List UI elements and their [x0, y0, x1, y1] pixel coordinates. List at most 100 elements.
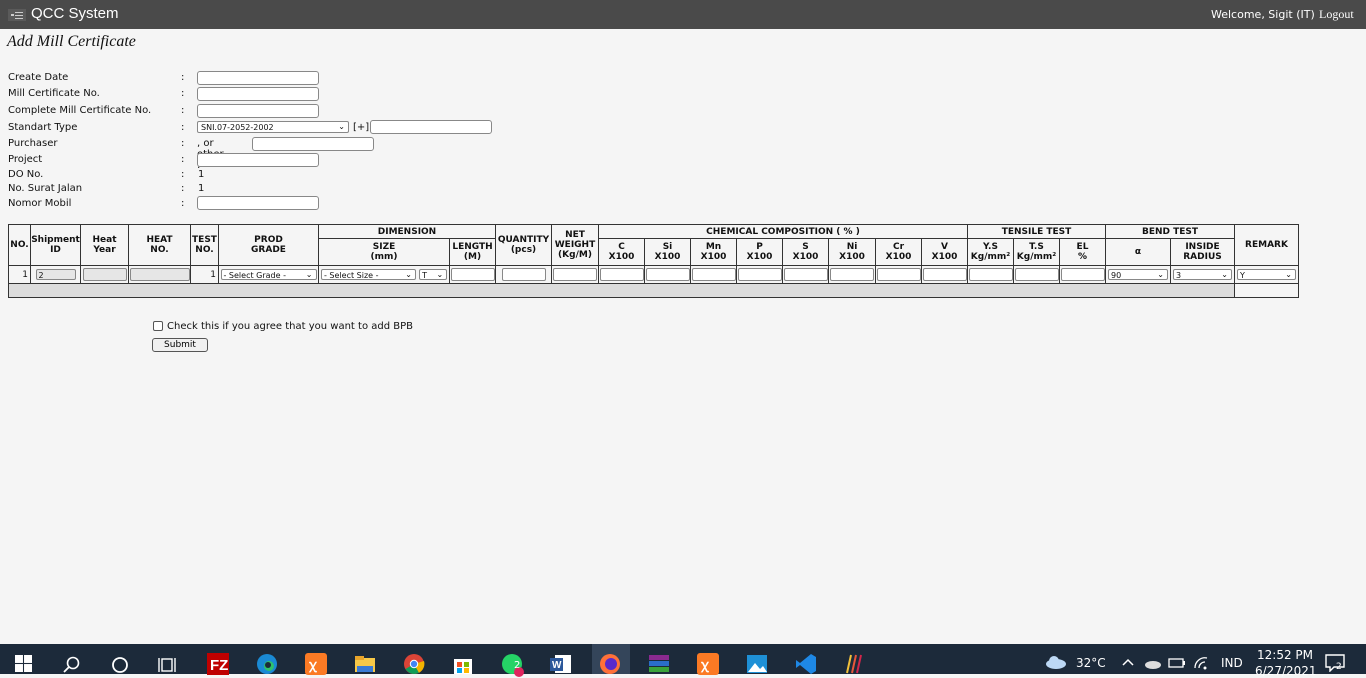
col-bend: BEND TEST [1105, 224, 1235, 239]
grade-select[interactable]: - Select Grade - ⌄ [220, 269, 317, 280]
complete-mill-cert-input[interactable] [197, 104, 319, 118]
quantity-input[interactable] [501, 268, 546, 281]
filezilla-icon[interactable]: FZ [207, 653, 229, 675]
col-chem-v: V X100 [921, 238, 968, 266]
onedrive-icon[interactable] [1144, 656, 1162, 670]
chevron-down-icon: ⌄ [305, 270, 313, 279]
agree-label: Check this if you agree that you want to… [167, 321, 414, 332]
col-el: EL% [1059, 238, 1106, 266]
radius-select[interactable]: 3 ⌄ [1173, 269, 1232, 280]
chrome-icon[interactable] [403, 653, 425, 675]
nomor-mobil-input[interactable] [197, 196, 319, 210]
wifi-icon[interactable] [1193, 656, 1209, 670]
size-select[interactable]: - Select Size - ⌄ [321, 268, 416, 280]
vscode-icon[interactable] [795, 653, 817, 675]
temperature[interactable]: 32°C [1076, 656, 1106, 670]
store-icon[interactable] [452, 653, 474, 675]
do-no-label: DO No. [8, 169, 44, 180]
col-heat-year: Heat Year [80, 224, 129, 266]
add-standart-link[interactable]: [+] [353, 122, 369, 133]
app-stripes-icon[interactable] [844, 653, 866, 675]
chem-mn-input[interactable] [691, 268, 736, 281]
search-icon[interactable] [62, 655, 82, 675]
chem-c-input[interactable] [599, 268, 644, 281]
xampp-control-icon[interactable]: ꭓ [697, 653, 719, 675]
purchaser-label: Purchaser [8, 138, 58, 149]
project-input[interactable] [197, 153, 319, 167]
welcome-text: Welcome, Sigit (IT) [1211, 8, 1315, 21]
col-size: SIZE (mm) [318, 238, 450, 266]
surat-jalan-label: No. Surat Jalan [8, 183, 83, 194]
chevron-down-icon: ⌄ [436, 269, 444, 279]
submit-button[interactable]: Submit [152, 338, 208, 352]
col-no: NO. [8, 224, 31, 266]
mill-cert-no-input[interactable] [197, 87, 319, 101]
ys-input[interactable] [968, 268, 1013, 281]
chevron-down-icon: ⌄ [405, 269, 412, 279]
heat-year-input[interactable] [82, 268, 127, 281]
windows-start-icon[interactable] [15, 655, 32, 672]
standart-type-select[interactable]: SNI.07-2052-2002 ⌄ [197, 121, 349, 133]
chem-si-input[interactable] [645, 268, 690, 281]
chem-v-input[interactable] [922, 268, 967, 281]
length-input[interactable] [450, 268, 495, 281]
do-no-value: 1 [198, 169, 205, 180]
col-net-weight: NET WEIGHT (Kg/M) [551, 224, 599, 266]
surat-jalan-value: 1 [198, 183, 205, 194]
create-date-input[interactable] [197, 71, 319, 85]
net-weight-input[interactable] [553, 268, 597, 281]
remark-select[interactable]: Y ⌄ [1237, 269, 1296, 280]
svg-text:W: W [552, 660, 562, 671]
chem-s-input[interactable] [783, 268, 828, 281]
notification-icon[interactable] [1325, 654, 1345, 672]
col-chem-cr: Cr X100 [875, 238, 922, 266]
menu-icon[interactable] [8, 9, 26, 21]
col-alpha: α [1105, 238, 1171, 266]
standart-type-other-input[interactable] [370, 120, 492, 134]
agree-row: Check this if you agree that you want to… [153, 321, 413, 332]
firefox-icon[interactable] [599, 653, 621, 675]
purchaser-other-input[interactable] [252, 137, 374, 151]
size-type-select[interactable]: T ⌄ [419, 268, 448, 280]
col-chem-c: C X100 [598, 238, 645, 266]
winrar-icon[interactable] [648, 653, 670, 675]
xampp-icon[interactable]: ꭓ [305, 653, 327, 675]
file-explorer-icon[interactable] [354, 653, 376, 675]
ts-input[interactable] [1014, 268, 1059, 281]
app-title: QCC System [31, 5, 119, 22]
agree-checkbox[interactable] [153, 321, 163, 331]
chem-p-input[interactable] [737, 268, 782, 281]
col-chemical: CHEMICAL COMPOSITION ( % ) [598, 224, 968, 239]
col-shipment: Shipment ID [30, 224, 81, 266]
col-chem-s: S X100 [782, 238, 829, 266]
chevron-down-icon: ⌄ [1221, 270, 1228, 279]
chevron-up-icon[interactable] [1122, 658, 1134, 666]
heat-no-input[interactable] [129, 268, 190, 281]
chem-cr-input[interactable] [876, 268, 921, 281]
el-input[interactable] [1060, 268, 1105, 281]
language-indicator[interactable]: IND [1221, 656, 1243, 670]
photos-icon[interactable] [746, 653, 768, 675]
col-test-no: TEST NO. [190, 224, 219, 266]
chevron-down-icon: ⌄ [338, 122, 345, 131]
weather-cloud-icon[interactable] [1044, 654, 1068, 670]
task-view-icon[interactable] [158, 655, 178, 675]
clock-date[interactable]: 6/27/2021 [1255, 664, 1317, 678]
svg-text:FZ: FZ [210, 657, 228, 674]
battery-icon[interactable] [1168, 656, 1186, 670]
shipment-id-input[interactable]: 2 [35, 269, 76, 280]
mill-cert-no-label: Mill Certificate No. [8, 88, 100, 99]
col-ts: T.S Kg/mm² [1013, 238, 1060, 266]
alpha-select[interactable]: 90 ⌄ [1108, 269, 1168, 280]
cortana-icon[interactable] [110, 655, 130, 675]
col-chem-ni: Ni X100 [828, 238, 876, 266]
edge-icon[interactable] [256, 653, 278, 675]
whatsapp-icon[interactable] [501, 653, 525, 677]
col-chem-mn: Mn X100 [690, 238, 737, 266]
complete-mill-cert-label: Complete Mill Certificate No. [8, 105, 152, 116]
logout-link[interactable]: Logout [1319, 7, 1354, 22]
clock-time[interactable]: 12:52 PM [1257, 648, 1313, 662]
word-icon[interactable]: W [550, 653, 572, 675]
chevron-down-icon: ⌄ [1285, 270, 1292, 279]
chem-ni-input[interactable] [830, 268, 874, 281]
